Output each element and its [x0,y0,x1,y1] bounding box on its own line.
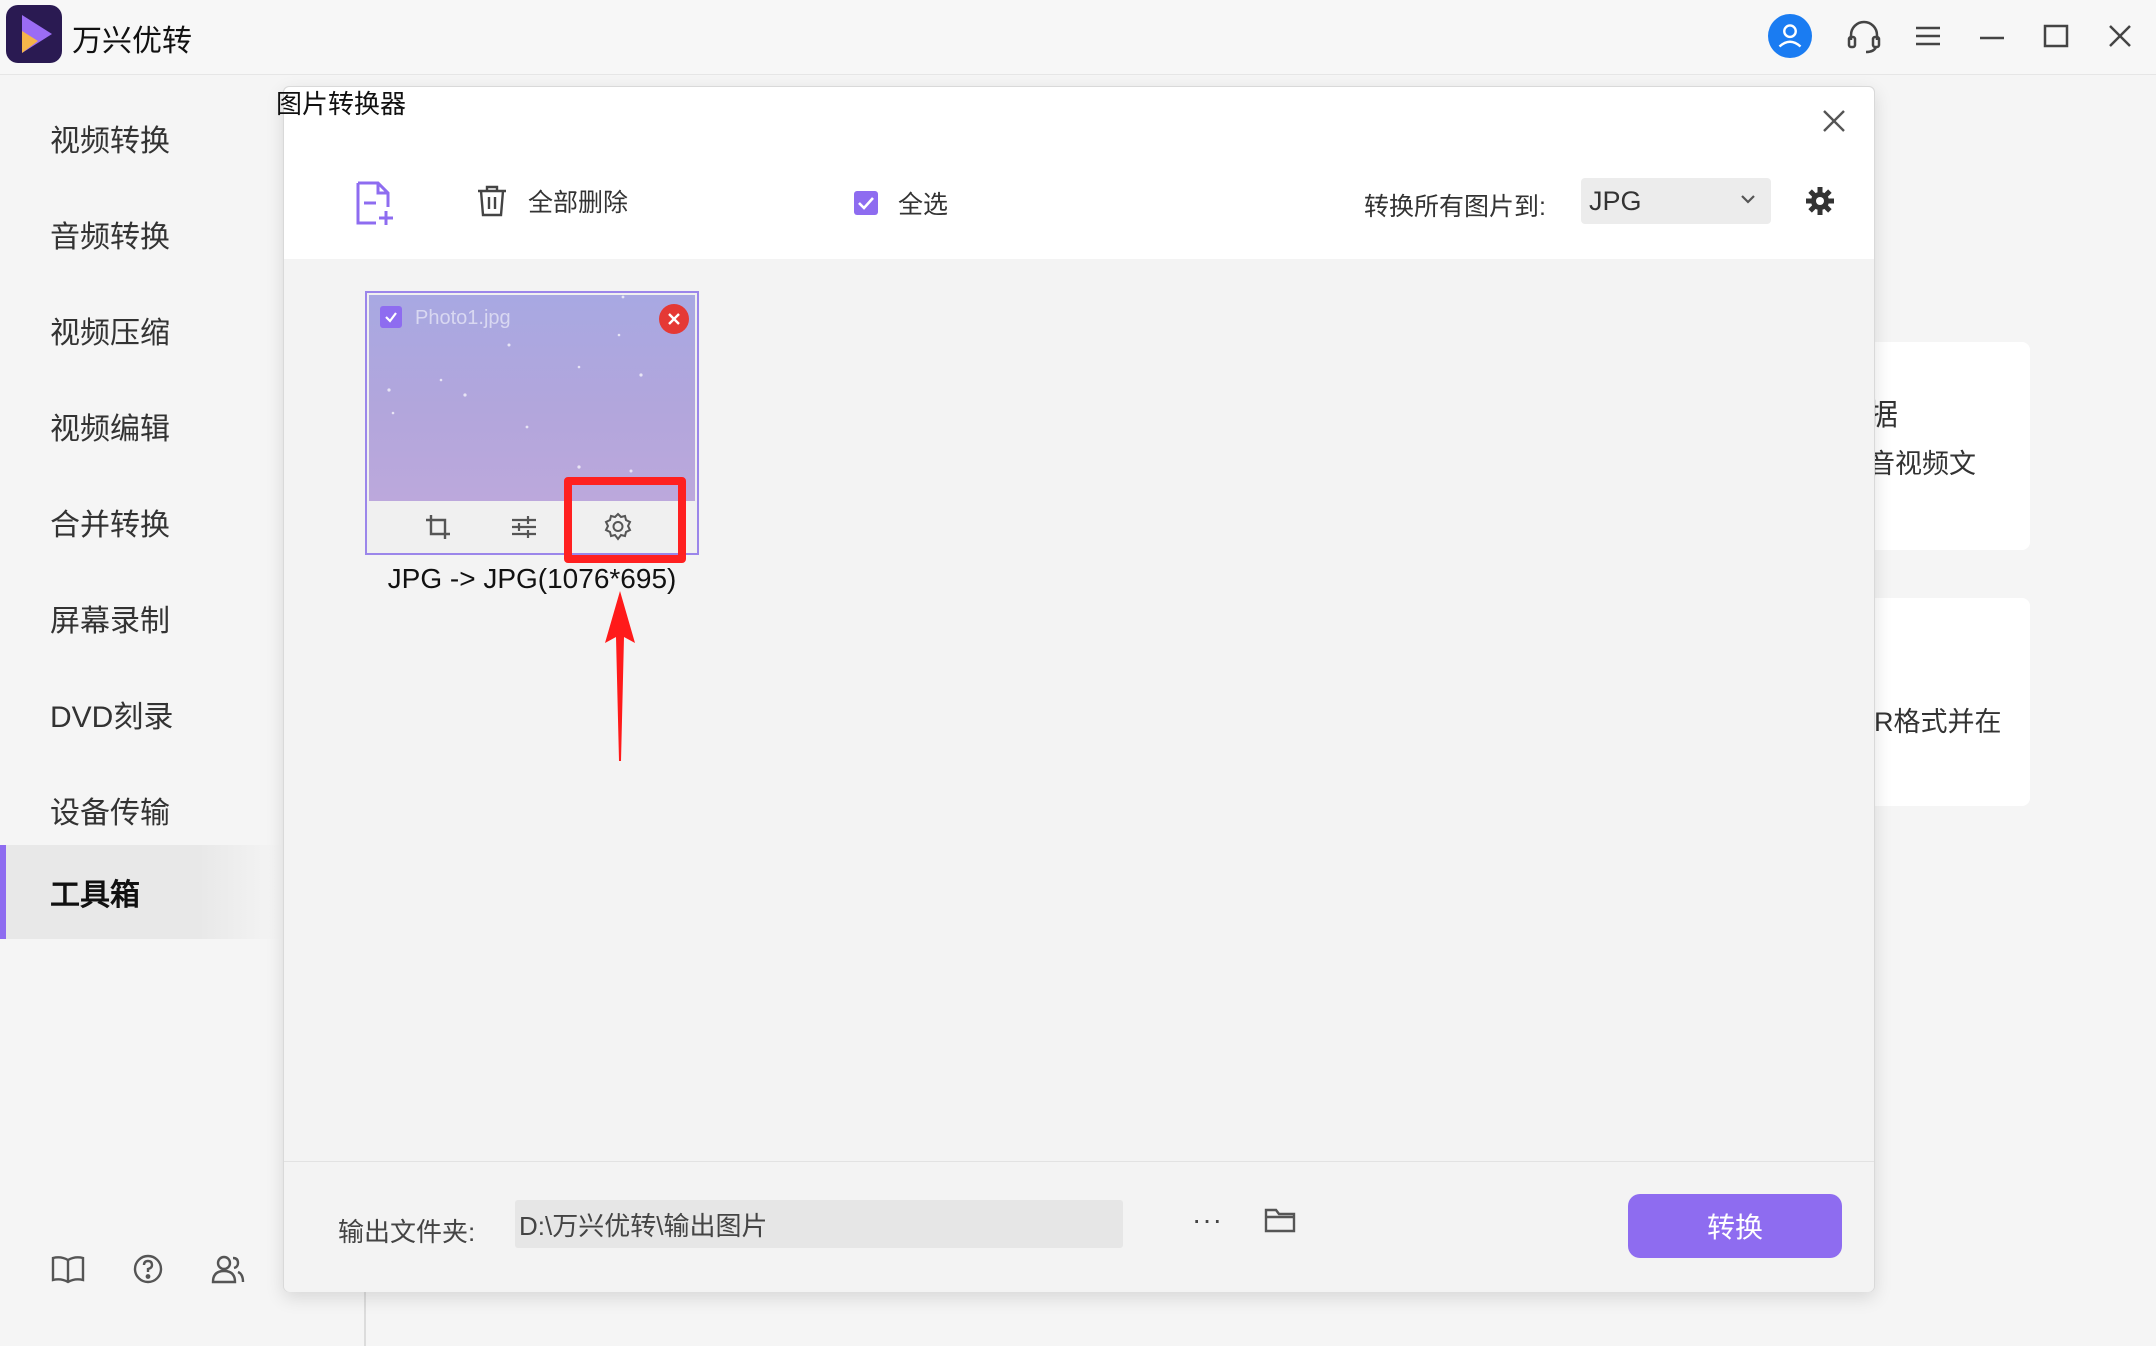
format-select[interactable]: JPG [1581,178,1771,224]
sidebar-item-label: 设备传输 [50,797,170,830]
title-bar: 万兴优转 [0,0,2156,75]
sidebar-item-dvd-burn[interactable]: DVD刻录 [0,667,283,761]
crop-icon[interactable] [421,510,455,544]
check-icon [385,312,397,323]
headset-support-icon[interactable] [1842,14,1886,58]
convert-button[interactable]: 转换 [1628,1194,1842,1258]
sidebar-item-audio-convert[interactable]: 音频转换 [0,187,283,281]
image-converter-dialog: 全部删除 全选 转换所有图片到: JPG Photo1.jpg JPG -> J… [283,86,1875,1292]
gear-icon [1806,187,1834,215]
users-icon[interactable] [208,1249,248,1289]
dialog-footer: 输出文件夹: D:\万兴优转\输出图片 ··· 转换 [284,1161,1874,1292]
convert-to-text: 转换所有图片到: [1364,193,1546,221]
sidebar-item-label: 工具箱 [50,879,140,912]
sidebar-item-label: 音频转换 [50,221,170,254]
sidebar-item-screen-record[interactable]: 屏幕录制 [0,571,283,665]
close-icon[interactable] [2098,14,2142,58]
output-path-value: D:\万兴优转\输出图片 [519,1210,768,1241]
settings-button[interactable] [1805,186,1835,216]
sidebar-item-toolbox[interactable]: 工具箱 [0,845,283,939]
sidebar-item-device-transfer[interactable]: 设备传输 [0,763,283,857]
sidebar-item-label: 合并转换 [50,509,170,542]
chevron-down-icon [1741,195,1755,204]
settings-highlight-box [564,477,686,563]
dialog-toolbar: 全部删除 全选 转换所有图片到: JPG [284,87,1874,259]
conversion-info: JPG -> JPG(1076*695) [387,563,677,594]
thumbnail-file-name: Photo1.jpg [415,307,511,329]
more-options-button[interactable]: ··· [1192,1204,1223,1236]
minimize-icon[interactable] [1970,14,2014,58]
delete-all-label: 全部删除 [528,189,629,217]
trash-icon [478,185,506,217]
sidebar-item-label: 屏幕录制 [50,605,170,638]
format-select-value: JPG [1589,185,1642,216]
maximize-icon[interactable] [2034,14,2078,58]
folder-icon[interactable] [1264,1206,1296,1239]
sidebar-item-video-convert[interactable]: 视频转换 [0,91,283,185]
dialog-title: 图片转换器 [276,89,407,119]
adjust-icon[interactable] [507,510,541,544]
sidebar-item-label: 视频压缩 [50,317,170,350]
remove-image-button[interactable] [659,304,689,334]
output-folder-label: 输出文件夹: [338,1217,476,1247]
sidebar-item-label: 视频转换 [50,125,170,158]
sidebar-item-label: 视频编辑 [50,413,170,446]
checkbox-checked-icon [854,191,878,215]
background-card-desc: R格式并在 [1874,707,2002,737]
sidebar-item-video-compress[interactable]: 视频压缩 [0,283,283,377]
app-logo-play-icon [6,5,62,63]
thumbnail-checkbox[interactable] [380,306,402,328]
user-avatar-icon[interactable] [1768,14,1812,58]
close-icon [668,313,680,325]
dialog-close-icon[interactable] [1814,101,1854,141]
sidebar-item-merge-convert[interactable]: 合并转换 [0,475,283,569]
sidebar: 视频转换 音频转换 视频压缩 视频编辑 合并转换 屏幕录制 DVD刻录 设备传输… [0,75,283,1346]
book-icon[interactable] [48,1249,88,1289]
content-divider [364,1290,366,1346]
add-file-icon [356,181,393,225]
menu-icon[interactable] [1906,14,1950,58]
background-card-desc: 音视频文 [1868,449,1976,479]
add-file-button[interactable] [354,179,398,227]
sidebar-item-video-edit[interactable]: 视频编辑 [0,379,283,473]
help-icon[interactable] [128,1249,168,1289]
select-all-label: 全选 [898,191,949,219]
output-path-field[interactable]: D:\万兴优转\输出图片 [515,1200,1123,1248]
red-arrow-annotation [605,591,635,761]
image-preview: Photo1.jpg [369,295,695,501]
app-title: 万兴优转 [72,25,192,58]
convert-to-label: 转换所有图片到: [1364,187,1546,223]
select-all-checkbox[interactable]: 全选 [854,185,948,221]
sidebar-item-label: DVD刻录 [50,701,174,734]
delete-all-button[interactable]: 全部删除 [476,183,628,219]
